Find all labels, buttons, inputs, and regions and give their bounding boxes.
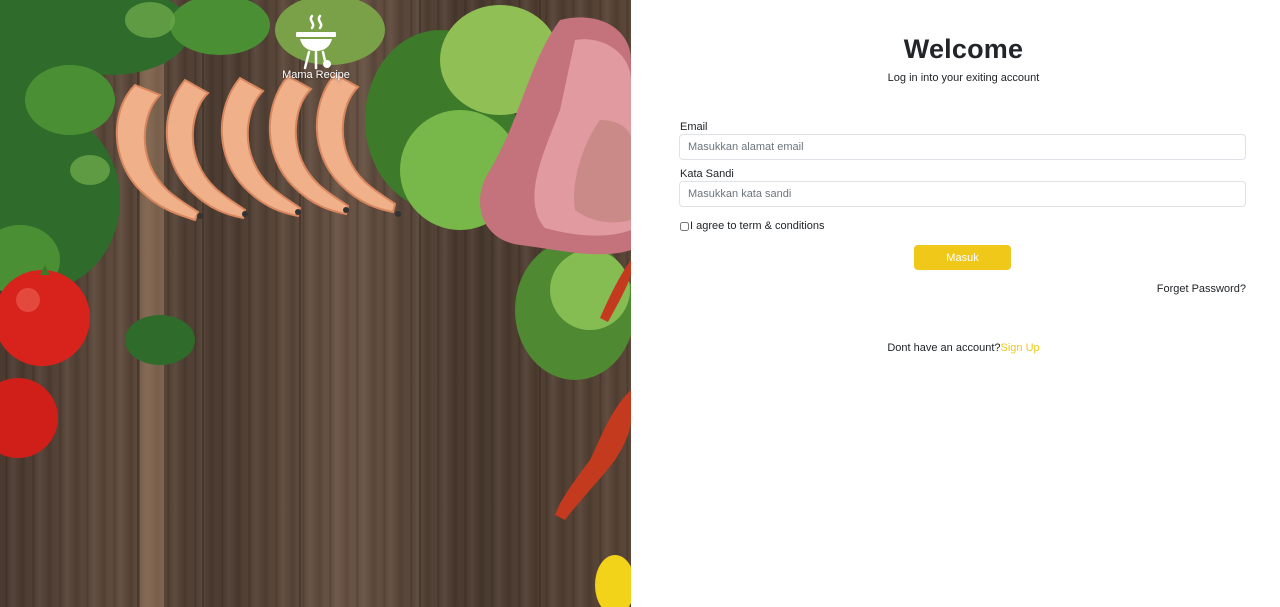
page-subtitle: Log in into your exiting account — [887, 72, 1040, 84]
agree-label[interactable]: I agree to term & conditions — [690, 220, 825, 232]
email-label: Email — [680, 121, 708, 133]
signup-prompt-text: Dont have an account? — [887, 342, 1001, 354]
page-title: Welcome — [903, 34, 1024, 64]
brand-logo: Mama Recipe — [276, 13, 356, 81]
signup-prompt: Dont have an account?Sign Up — [631, 342, 1280, 354]
agree-checkbox[interactable] — [680, 221, 689, 231]
agree-terms: I agree to term & conditions — [680, 220, 825, 232]
login-button[interactable]: Masuk — [914, 245, 1011, 270]
hero-image: Mama Recipe — [0, 0, 631, 607]
forget-password-link[interactable]: Forget Password? — [1157, 283, 1246, 295]
chef-grill-icon — [296, 14, 336, 70]
password-label: Kata Sandi — [680, 168, 734, 180]
login-panel: Welcome Log in into your exiting account… — [631, 0, 1280, 607]
email-field[interactable] — [679, 134, 1246, 160]
brand-name: Mama Recipe — [282, 69, 350, 81]
password-field[interactable] — [679, 181, 1246, 207]
signup-link[interactable]: Sign Up — [1001, 342, 1040, 354]
food-illustration — [0, 0, 631, 607]
